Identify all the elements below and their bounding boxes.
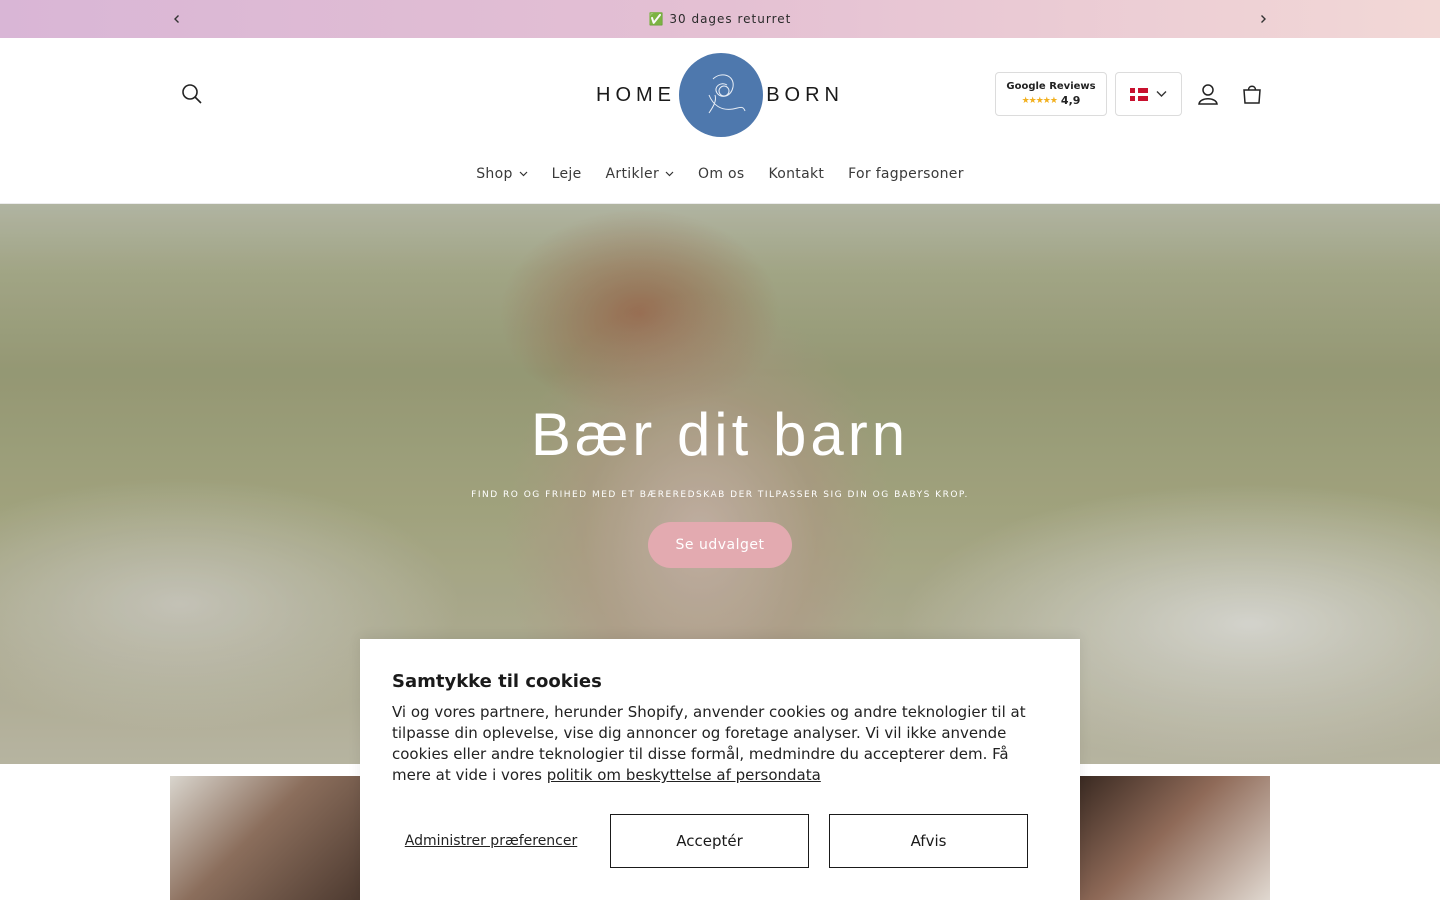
- logo-word-born: BORN: [766, 83, 844, 106]
- accept-cookies-button[interactable]: Acceptér: [610, 814, 809, 868]
- nav-item-artikler[interactable]: Artikler: [594, 166, 686, 182]
- announcement-next-button[interactable]: [1252, 8, 1274, 30]
- collection-tile-image[interactable]: [170, 776, 360, 900]
- shop-now-button[interactable]: Se udvalget: [648, 522, 792, 568]
- collection-tile-image[interactable]: [1080, 776, 1270, 900]
- cookie-actions: Administrer præferencer Acceptér Afvis: [392, 814, 1048, 868]
- google-reviews-badge[interactable]: Google Reviews ★★★★★ 4,9: [995, 72, 1107, 116]
- chevron-right-icon: [1261, 15, 1266, 23]
- user-icon: [1198, 84, 1218, 105]
- nav-item-label: For fagpersoner: [848, 166, 964, 182]
- chevron-down-icon: [1156, 91, 1167, 97]
- cart-button[interactable]: [1232, 74, 1272, 114]
- cart-icon: [1243, 85, 1261, 104]
- site-header: HOME BORN Google Reviews ★★★★★ 4,9 Shop …: [0, 38, 1440, 204]
- country-selector[interactable]: [1115, 72, 1182, 116]
- nav-item-shop[interactable]: Shop: [464, 166, 539, 182]
- hero-subtitle: FIND RO OG FRIHED MED ET BÆREREDSKAB DER…: [471, 490, 969, 500]
- nav-item-label: Shop: [476, 166, 513, 182]
- search-icon: [182, 84, 202, 104]
- manage-preferences-link[interactable]: Administrer præferencer: [392, 832, 590, 851]
- nav-item-kontakt[interactable]: Kontakt: [756, 166, 836, 182]
- announcement-bar: ✅ 30 dages returret: [0, 0, 1440, 38]
- nav-item-label: Artikler: [605, 166, 660, 182]
- hero-title: Bær dit barn: [530, 401, 910, 468]
- logo[interactable]: HOME BORN: [596, 52, 844, 138]
- star-rating-icon: ★★★★★: [1021, 95, 1058, 106]
- nav-item-label: Kontakt: [768, 166, 825, 182]
- nav-item-leje[interactable]: Leje: [540, 166, 594, 182]
- nav-item-for-fagpersoner[interactable]: For fagpersoner: [836, 166, 976, 182]
- nav-item-label: Leje: [551, 166, 582, 182]
- nav-item-om-os[interactable]: Om os: [686, 166, 756, 182]
- main-nav: Shop Leje Artikler Om os Kontakt For fag…: [0, 160, 1440, 188]
- cookie-title: Samtykke til cookies: [392, 671, 602, 692]
- mother-baby-line-icon: [708, 74, 746, 114]
- chevron-left-icon: [174, 15, 179, 23]
- logo-word-home: HOME: [596, 83, 676, 106]
- denmark-flag-icon: [1130, 87, 1148, 101]
- announcement-prev-button[interactable]: [166, 8, 188, 30]
- search-button[interactable]: [172, 74, 212, 114]
- announcement-text: ✅ 30 dages returret: [648, 12, 792, 26]
- decline-cookies-button[interactable]: Afvis: [829, 814, 1028, 868]
- reviews-score: 4,9: [1060, 94, 1081, 107]
- cookie-description: Vi og vores partnere, herunder Shopify, …: [392, 702, 1042, 786]
- chevron-down-icon: [519, 171, 528, 177]
- nav-item-label: Om os: [698, 166, 745, 182]
- reviews-title: Google Reviews: [1006, 81, 1096, 92]
- account-button[interactable]: [1188, 74, 1228, 114]
- reviews-rating-row: ★★★★★ 4,9: [1022, 94, 1081, 107]
- cookie-consent-dialog: Samtykke til cookies Vi og vores partner…: [360, 639, 1080, 900]
- logo-emblem: [679, 53, 764, 137]
- chevron-down-icon: [665, 171, 674, 177]
- privacy-policy-link[interactable]: politik om beskyttelse af persondata: [547, 766, 821, 784]
